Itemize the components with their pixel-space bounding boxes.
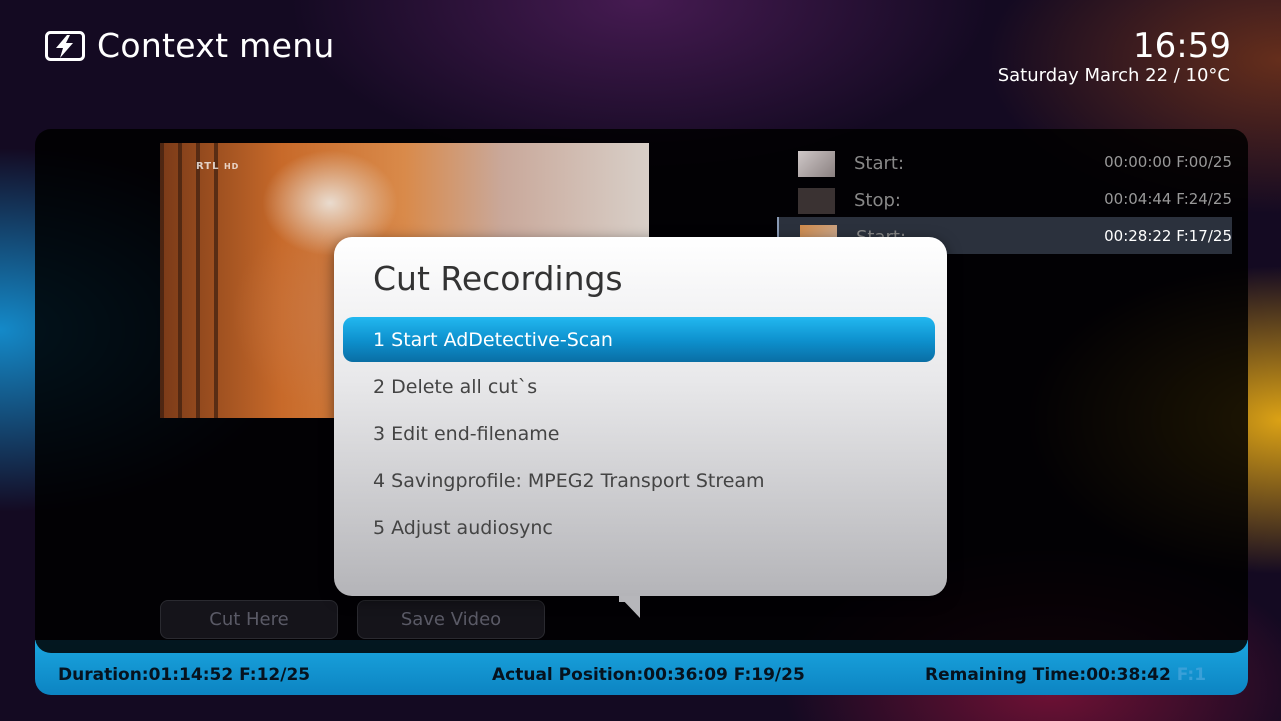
menu-item-adddetective-scan[interactable]: 1 Start AdDetective-Scan [343, 317, 935, 362]
mark-label: Start: [854, 153, 905, 174]
menu-item-saving-profile[interactable]: 4 Savingprofile: MPEG2 Transport Stream [343, 458, 935, 503]
mark-thumbnail [798, 151, 835, 177]
popup-title: Cut Recordings [373, 259, 623, 298]
mark-thumbnail [798, 188, 835, 214]
cut-mark-row[interactable]: Stop: 00:04:44 F:24/25 [777, 180, 1232, 217]
page-title: Context menu [97, 26, 335, 65]
menu-item-adjust-audiosync[interactable]: 5 Adjust audiosync [343, 505, 935, 550]
actual-position-status: Actual Position:00:36:09 F:19/25 [492, 665, 805, 685]
remaining-frame: F:1 [1176, 665, 1207, 685]
mark-label: Stop: [854, 190, 901, 211]
video-frame-detail [160, 143, 220, 418]
mark-time: 00:00:00 F:00/25 [1104, 153, 1232, 171]
mark-time: 00:04:44 F:24/25 [1104, 190, 1232, 208]
menu-item-delete-all-cuts[interactable]: 2 Delete all cut`s [343, 364, 935, 409]
popup-pointer-tip [619, 596, 640, 618]
clock: 16:59 [1133, 26, 1231, 66]
duration-status: Duration:01:14:52 F:12/25 [58, 665, 311, 685]
cut-lightning-icon [45, 31, 85, 61]
menu-item-edit-end-filename[interactable]: 3 Edit end-filename [343, 411, 935, 456]
save-video-button[interactable]: Save Video [357, 600, 545, 639]
cut-mark-row[interactable]: Start: 00:00:00 F:00/25 [777, 143, 1232, 180]
cut-here-button[interactable]: Cut Here [160, 600, 338, 639]
date-weather: Saturday March 22 / 10°C [997, 65, 1230, 86]
mark-time: 00:28:22 F:17/25 [1104, 227, 1232, 245]
context-menu-popup: Cut Recordings 1 Start AdDetective-Scan … [334, 237, 947, 596]
channel-logo: RTL HD [196, 161, 240, 172]
remaining-time-status: Remaining Time:00:38:42 F:1 [925, 665, 1207, 685]
